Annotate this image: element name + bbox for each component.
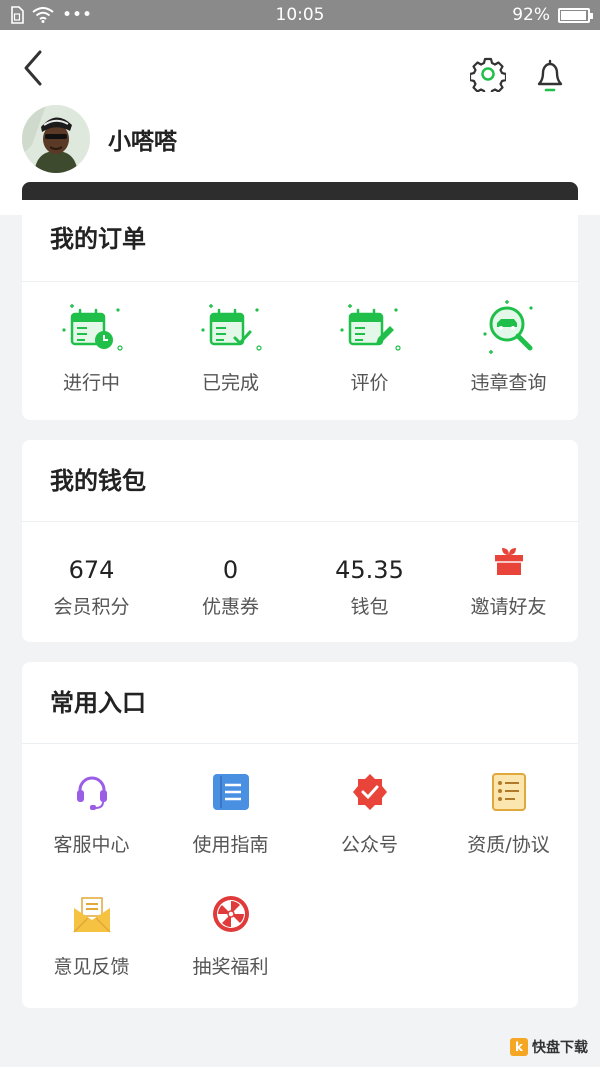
qualification-agreement[interactable]: 资质/协议 [439, 744, 578, 866]
orders-card: 我的订单 进行中 已完成 评价 违章查询 [22, 200, 578, 420]
customer-service[interactable]: 客服中心 [22, 744, 161, 866]
order-in-progress[interactable]: 进行中 [22, 282, 161, 420]
calendar-edit-icon [339, 304, 401, 351]
customer-service-label: 客服中心 [53, 834, 130, 856]
order-review-label: 评价 [350, 372, 389, 394]
violation-query-label: 违章查询 [470, 372, 547, 394]
headset-icon [76, 776, 107, 810]
gift-icon [494, 548, 523, 575]
status-icons-right: 92% [512, 5, 593, 25]
order-in-progress-label: 进行中 [62, 372, 120, 394]
lottery-benefits[interactable]: 抽奖福利 [161, 866, 300, 988]
envelope-icon [72, 897, 111, 933]
watermark-text: 快盘下载 [532, 1040, 588, 1056]
status-bar: ••• 10:05 92% [0, 0, 600, 30]
entries-card: 常用入口 客服中心 使用指南 公众号 资质/协议 意见反馈 抽奖福利 [22, 662, 578, 1008]
order-completed-label: 已完成 [201, 372, 259, 394]
lottery-benefits-label: 抽奖福利 [192, 956, 269, 978]
car-search-icon [482, 300, 533, 354]
wallet-balance[interactable]: 45.35 钱包 [300, 522, 439, 640]
invite-friends[interactable]: 邀请好友 [439, 522, 578, 640]
order-completed[interactable]: 已完成 [161, 282, 300, 420]
battery-icon [558, 7, 593, 23]
avatar[interactable] [22, 105, 90, 173]
bell-icon[interactable] [530, 56, 570, 96]
orders-title: 我的订单 [22, 200, 578, 282]
wallet-balance-value: 45.35 [335, 556, 404, 584]
violation-query[interactable]: 违章查询 [439, 282, 578, 420]
avatar-image [22, 105, 90, 173]
wallet-balance-label: 钱包 [350, 596, 389, 618]
watermark-logo: k [510, 1038, 528, 1056]
gear-icon[interactable] [470, 56, 506, 92]
coupons-label: 优惠券 [201, 596, 259, 618]
feedback[interactable]: 意见反馈 [22, 866, 161, 988]
coupons[interactable]: 0 优惠券 [161, 522, 300, 640]
badge-check-icon [352, 774, 387, 810]
entries-title: 常用入口 [22, 662, 578, 744]
user-guide[interactable]: 使用指南 [161, 744, 300, 866]
feedback-label: 意见反馈 [53, 956, 130, 978]
battery-percent: 92% [512, 5, 550, 25]
order-review[interactable]: 评价 [300, 282, 439, 420]
back-arrow-icon[interactable] [20, 48, 50, 88]
calendar-clock-icon [61, 304, 123, 351]
lottery-wheel-icon [212, 896, 249, 932]
watermark: k 快盘下载 [510, 1037, 588, 1057]
username: 小嗒嗒 [108, 129, 177, 155]
document-list-icon [491, 773, 526, 811]
invite-friends-label: 邀请好友 [470, 596, 547, 618]
header-dark-strip [22, 182, 578, 200]
member-points-label: 会员积分 [53, 596, 130, 618]
qualification-agreement-label: 资质/协议 [467, 834, 550, 856]
notebook-icon [212, 774, 249, 810]
wallet-title: 我的钱包 [22, 440, 578, 522]
coupons-value: 0 [222, 556, 239, 584]
user-guide-label: 使用指南 [192, 834, 269, 856]
member-points[interactable]: 674 会员积分 [22, 522, 161, 640]
official-account-label: 公众号 [340, 834, 398, 856]
profile-header: 小嗒嗒 [0, 30, 600, 215]
official-account[interactable]: 公众号 [300, 744, 439, 866]
wallet-card: 我的钱包 674 会员积分 0 优惠券 45.35 钱包 邀请好友 [22, 440, 578, 642]
status-time: 10:05 [275, 5, 325, 25]
calendar-check-icon [200, 304, 262, 351]
member-points-value: 674 [68, 556, 115, 584]
